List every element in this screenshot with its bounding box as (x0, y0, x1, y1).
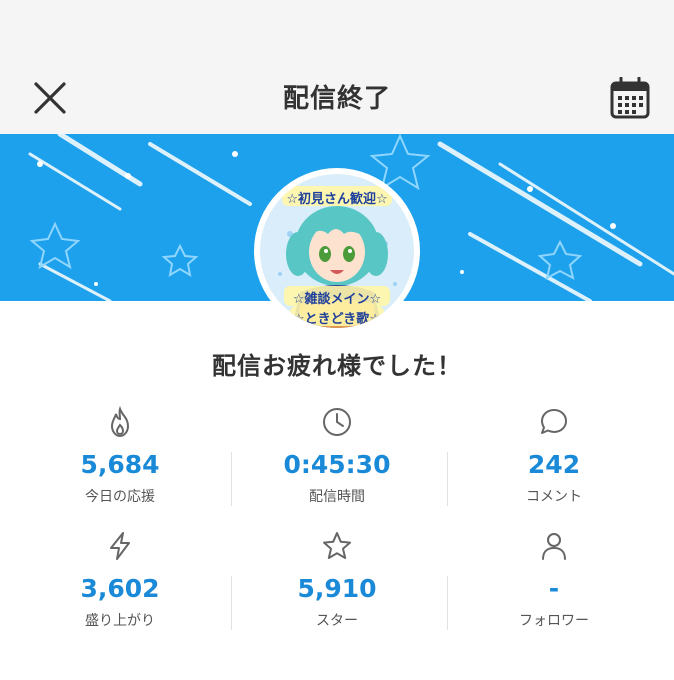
stat-label: 配信時間 (309, 489, 365, 505)
divider (447, 452, 448, 506)
header-bar: 配信終了 (0, 58, 674, 134)
star-icon (323, 532, 351, 559)
stat-duration: 0:45:30 配信時間 (225, 400, 449, 520)
stat-value: 3,602 (80, 574, 160, 603)
page-title: 配信終了 (282, 83, 391, 114)
stat-value: 0:45:30 (283, 450, 391, 479)
stat-label: コメント (526, 489, 582, 505)
avatar-caption-mid: ☆雑談メイン☆ (292, 292, 382, 307)
stat-label: フォロワー (519, 613, 589, 629)
divider (447, 576, 448, 630)
stat-comments: 242 コメント (442, 400, 666, 520)
clock-icon (323, 408, 351, 436)
stat-stars: 5,910 スター (225, 524, 449, 644)
bolt-icon (110, 532, 130, 560)
profile-avatar[interactable]: ☆初見さん歓迎☆ ☆雑談メイン☆ ☆ときどき歌☆ (254, 168, 420, 334)
close-button[interactable] (28, 76, 72, 120)
greeting-message: 配信お疲れ様でした！ (212, 352, 462, 380)
stat-label: 盛り上がり (85, 613, 155, 629)
status-bar-area (0, 0, 674, 58)
stat-label: 今日の応援 (85, 489, 155, 505)
stat-value: - (548, 574, 560, 603)
comment-icon (541, 409, 567, 434)
close-icon (34, 82, 66, 114)
avatar-caption-top: ☆初見さん歓迎☆ (286, 192, 388, 207)
avatar-image: ☆初見さん歓迎☆ ☆雑談メイン☆ ☆ときどき歌☆ (260, 174, 414, 328)
stat-value: 5,910 (297, 574, 377, 603)
stat-value: 5,684 (80, 450, 160, 479)
divider (231, 576, 232, 630)
divider (231, 452, 232, 506)
calendar-icon (610, 77, 650, 119)
stat-followers: - フォロワー (442, 524, 666, 644)
stat-label: スター (316, 613, 358, 629)
stat-cheers: 5,684 今日の応援 (8, 400, 232, 520)
person-icon (542, 533, 566, 560)
stat-value: 242 (527, 450, 581, 479)
stats-grid: 5,684 今日の応援 0:45:30 配信時間 242 コメント 3,602 … (0, 400, 674, 640)
calendar-button[interactable] (606, 74, 654, 122)
avatar-caption-bottom: ☆ときどき歌☆ (293, 312, 381, 327)
stat-excitement: 3,602 盛り上がり (8, 524, 232, 644)
flame-icon (110, 406, 130, 438)
